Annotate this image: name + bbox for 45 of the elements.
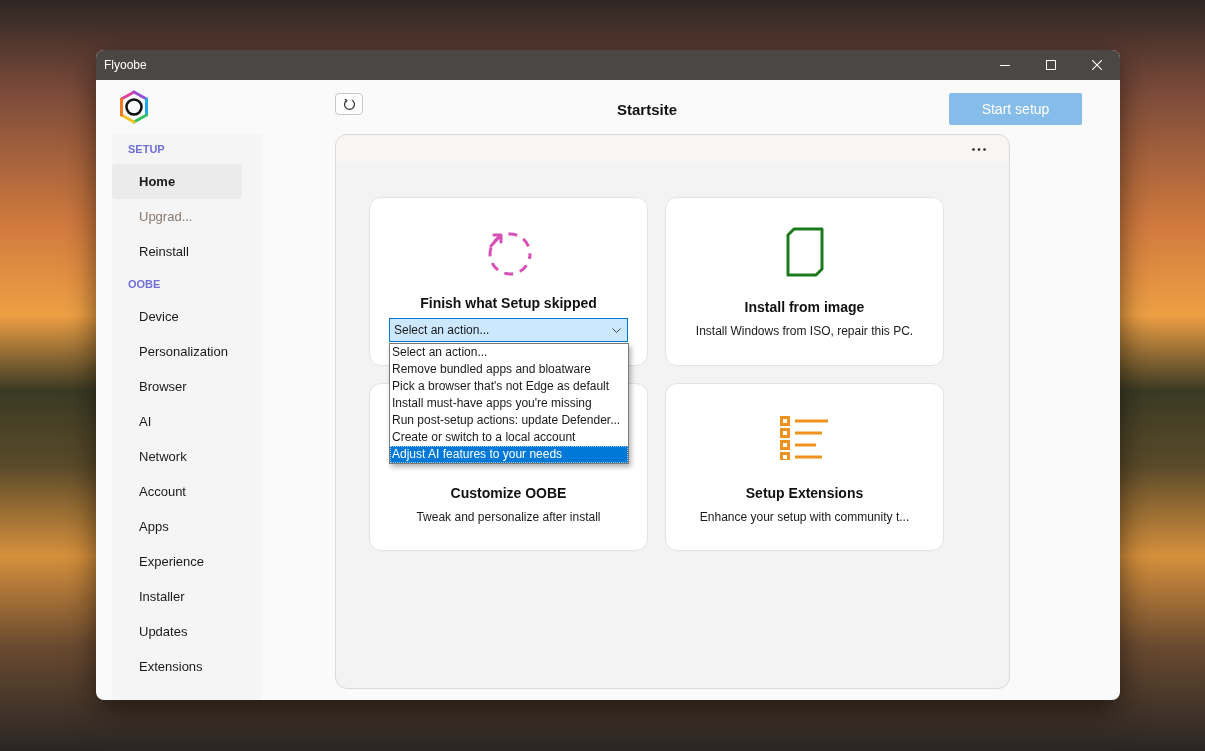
hexagon-logo-icon [118,90,150,124]
minimize-icon [1000,64,1010,66]
more-options-button[interactable] [972,147,986,151]
card-title: Customize OOBE [450,484,567,502]
refresh-icon [342,97,356,111]
maximize-icon [1046,60,1056,70]
sidebar-item[interactable]: AI [112,404,242,439]
sidebar-item[interactable]: Apps [112,509,242,544]
more-icon [972,147,986,151]
card-title: Finish what Setup skipped [420,294,597,312]
card-description: Install Windows from ISO, repair this PC. [695,323,914,340]
sidebar-item[interactable]: Reinstall [112,234,242,269]
sidebar-item[interactable]: Updates [112,614,242,649]
card-title: Setup Extensions [745,484,864,502]
sidebar-item[interactable]: Personalization [112,334,242,369]
dropdown-option[interactable]: Remove bundled apps and bloatware [390,361,628,378]
section-heading: OOBE [127,277,162,292]
dropdown-option[interactable]: Run post-setup actions: update Defender... [390,412,628,429]
dropdown-option[interactable]: Select an action... [390,344,628,361]
dropdown-option[interactable]: Pick a browser that's not Edge as default [390,378,628,395]
dropdown-option[interactable]: Create or switch to a local account [390,429,628,446]
chevron-down-icon [612,327,621,333]
sidebar-item[interactable]: Experience [112,544,242,579]
close-icon [1092,60,1102,70]
sidebar-item[interactable]: Browser [112,369,242,404]
document-icon [785,227,824,277]
sidebar-item[interactable]: Home [112,164,242,199]
feature-card[interactable]: Setup Extensions Enhance your setup with community t... [665,383,944,551]
dropdown-option[interactable]: Adjust AI features to your needs [390,446,628,463]
section-heading: SETUP [127,142,166,157]
window-title: Flyoobe [104,58,147,72]
action-select[interactable]: Select an action... [389,318,628,342]
sidebar-item[interactable]: Network [112,439,242,474]
card-description: Enhance your setup with community t... [699,509,910,526]
refresh-button[interactable] [335,93,363,115]
card-title: Install from image [744,298,865,316]
dropdown-option[interactable]: Install must-have apps you're missing [390,395,628,412]
list-icon [779,416,830,460]
card-description: Tweak and personalize after install [416,509,601,526]
feature-card[interactable]: Install from image Install Windows from ISO, repair this PC. [665,197,944,366]
sidebar-item[interactable]: Account [112,474,242,509]
sidebar-item[interactable]: Device [112,299,242,334]
page-title: Startsite [617,100,677,118]
sidebar-item[interactable]: Installer [112,579,242,614]
sidebar-item[interactable]: Extensions [112,649,242,684]
